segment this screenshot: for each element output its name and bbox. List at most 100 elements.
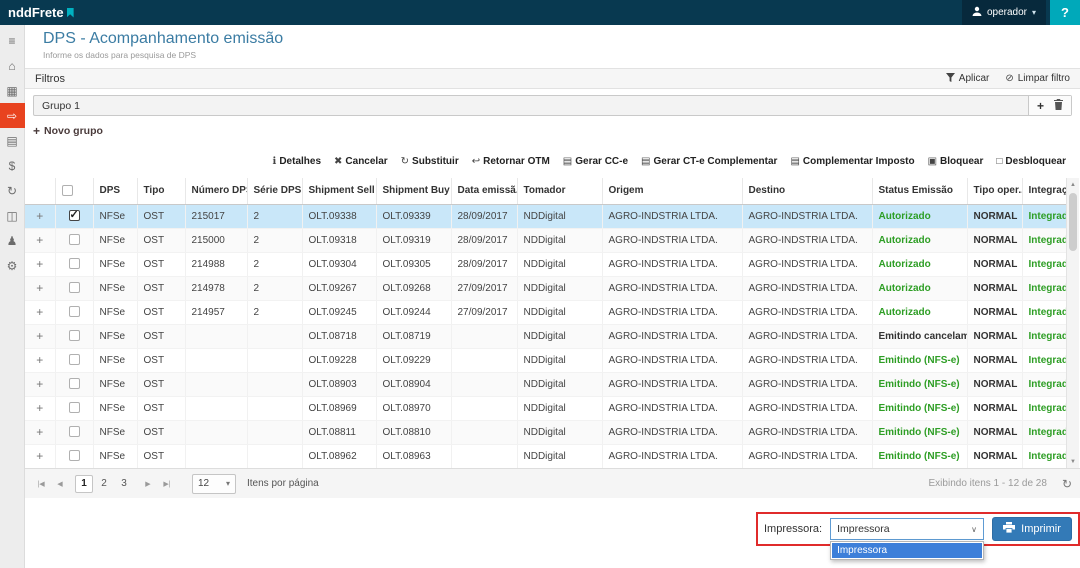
new-group-button[interactable]: + Novo grupo [33, 125, 103, 137]
column-header[interactable]: Tipo oper... [966, 178, 1022, 205]
desbloquear-button[interactable]: □ Desbloquear [996, 156, 1066, 167]
refresh-icon[interactable]: ↻ [1062, 477, 1072, 491]
first-page-button[interactable]: |◀ [33, 475, 49, 493]
substituir-button[interactable]: ↻ Substituir [401, 156, 459, 167]
printer-select[interactable]: Impressora ∨ [830, 518, 984, 540]
gerar-cce-button[interactable]: ▤ Gerar CC-e [563, 156, 628, 167]
sidebar-sync[interactable]: ↻ [0, 178, 25, 203]
column-header[interactable]: Shipment Sell [301, 178, 376, 205]
prev-page-button[interactable]: ◀ [52, 475, 68, 493]
cell-tipo: OST [136, 204, 185, 229]
printer-option[interactable]: Impressora [832, 543, 982, 558]
page-size-select[interactable]: 12 ▾ [192, 473, 236, 494]
grid-row[interactable]: + NFSe OST 214957 2 OLT.09245 OLT.09244 … [25, 300, 1066, 325]
row-expand-button[interactable]: + [36, 329, 43, 343]
cell-dps: NFSe [92, 252, 137, 277]
column-header[interactable]: Status Emissão [871, 178, 967, 205]
user-menu[interactable]: operador ▾ [961, 0, 1046, 25]
page-button[interactable]: 3 [115, 475, 133, 493]
filter-group-name: Grupo 1 [42, 99, 80, 112]
column-header[interactable]: Integraçã... [1021, 178, 1066, 205]
grid-row[interactable]: + NFSe OST 214988 2 OLT.09304 OLT.09305 … [25, 252, 1066, 277]
sidebar-billing[interactable]: $ [0, 153, 25, 178]
cell-dps: NFSe [92, 396, 137, 421]
column-header[interactable]: Shipment Buy [375, 178, 451, 205]
sidebar-documents[interactable]: ▤ [0, 128, 25, 153]
help-button[interactable]: ? [1050, 0, 1080, 25]
sidebar-dps-emission[interactable]: ⇨ [0, 103, 25, 128]
grid-row[interactable]: + NFSe OST OLT.08903 OLT.08904 NDDigital… [25, 372, 1066, 397]
row-checkbox[interactable] [68, 234, 80, 246]
row-checkbox[interactable] [68, 282, 80, 294]
row-checkbox[interactable] [68, 450, 80, 462]
cell-data-emissao [450, 348, 517, 373]
page-button[interactable]: 1 [75, 474, 93, 493]
row-checkbox[interactable] [68, 306, 80, 318]
filter-group-panel[interactable]: Grupo 1 + [33, 95, 1072, 116]
row-checkbox[interactable] [68, 378, 80, 390]
page-button[interactable]: 2 [95, 475, 113, 493]
apply-filter-button[interactable]: Aplicar [945, 72, 989, 85]
row-expand-button[interactable]: + [36, 281, 43, 295]
grid-row[interactable]: + NFSe OST OLT.08962 OLT.08963 NDDigital… [25, 444, 1066, 469]
clear-filter-button[interactable]: ⊘ Limpar filtro [1005, 73, 1070, 85]
scrollbar-thumb[interactable] [1069, 193, 1077, 251]
sidebar-company[interactable]: ⌂ [0, 53, 25, 78]
row-checkbox[interactable] [68, 354, 80, 366]
grid-row[interactable]: + NFSe OST 214978 2 OLT.09267 OLT.09268 … [25, 276, 1066, 301]
column-header[interactable]: Destino [741, 178, 872, 205]
row-expand-button[interactable]: + [36, 449, 43, 463]
sidebar-item-icon: ◫ [6, 208, 18, 223]
grid-scrollbar[interactable]: ▲ ▼ [1066, 178, 1079, 468]
cell-tipo-operacao: NORMAL [966, 252, 1022, 277]
column-header[interactable]: DPS [92, 178, 137, 205]
cancelar-button[interactable]: ✖ Cancelar [334, 156, 388, 167]
sidebar-settings[interactable]: ⚙ [0, 253, 25, 278]
row-checkbox[interactable] [68, 330, 80, 342]
grid-row[interactable]: + NFSe OST OLT.08718 OLT.08719 NDDigital… [25, 324, 1066, 349]
complementar-imposto-button[interactable]: ▤ Complementar Imposto [790, 156, 914, 167]
row-expand-button[interactable]: + [36, 257, 43, 271]
row-expand-button[interactable]: + [36, 401, 43, 415]
sidebar-shipments[interactable]: ▦ [0, 78, 25, 103]
retornar-otm-button[interactable]: ↩ Retornar OTM [472, 156, 550, 167]
row-checkbox[interactable] [68, 402, 80, 414]
bloquear-button[interactable]: ▣ Bloquear [928, 156, 984, 167]
column-header[interactable]: Data emissã... [450, 178, 517, 205]
column-header[interactable]: Número DPS [184, 178, 247, 205]
row-expand-button[interactable]: + [36, 377, 43, 391]
scroll-up-button[interactable]: ▲ [1067, 178, 1079, 191]
grid-row[interactable]: + NFSe OST OLT.09228 OLT.09229 NDDigital… [25, 348, 1066, 373]
sidebar-menu-toggle[interactable]: ≡ [0, 28, 25, 53]
next-page-button[interactable]: ▶ [140, 475, 156, 493]
row-checkbox[interactable] [68, 258, 80, 270]
column-header[interactable]: Tomador [516, 178, 602, 205]
sidebar: ≡ ⌂ ▦ ⇨ ▤ $ ↻ ◫ ♟ ⚙ [0, 25, 25, 568]
print-button[interactable]: Imprimir [992, 517, 1072, 541]
detalhes-button[interactable]: ℹ Detalhes [273, 156, 322, 167]
row-checkbox[interactable] [68, 426, 80, 438]
cell-status-emissao: Emitindo (NFS-e) [871, 444, 967, 469]
row-expand-button[interactable]: + [36, 233, 43, 247]
column-header[interactable]: Tipo [136, 178, 185, 205]
grid-row[interactable]: + NFSe OST 215017 2 OLT.09338 OLT.09339 … [25, 204, 1066, 229]
row-expand-button[interactable]: + [36, 305, 43, 319]
grid-row[interactable]: + NFSe OST OLT.08969 OLT.08970 NDDigital… [25, 396, 1066, 421]
add-filter-icon[interactable]: + [1037, 100, 1044, 112]
scroll-down-button[interactable]: ▼ [1067, 455, 1079, 468]
column-header[interactable]: Série DPS [246, 178, 302, 205]
sidebar-users[interactable]: ♟ [0, 228, 25, 253]
row-expand-button[interactable]: + [36, 353, 43, 367]
row-expand-button[interactable]: + [36, 209, 43, 223]
column-header[interactable]: Origem [601, 178, 742, 205]
cell-integracao: Integrado [1021, 204, 1066, 229]
trash-icon[interactable] [1054, 98, 1063, 113]
row-checkbox[interactable] [68, 208, 80, 222]
last-page-button[interactable]: ▶| [159, 475, 175, 493]
grid-row[interactable]: + NFSe OST OLT.08811 OLT.08810 NDDigital… [25, 420, 1066, 445]
sidebar-fleet[interactable]: ◫ [0, 203, 25, 228]
row-expand-button[interactable]: + [36, 425, 43, 439]
select-all-checkbox[interactable] [61, 185, 73, 197]
gerar-cte-complementar-button[interactable]: ▤ Gerar CT-e Complementar [641, 156, 777, 167]
grid-row[interactable]: + NFSe OST 215000 2 OLT.09318 OLT.09319 … [25, 228, 1066, 253]
